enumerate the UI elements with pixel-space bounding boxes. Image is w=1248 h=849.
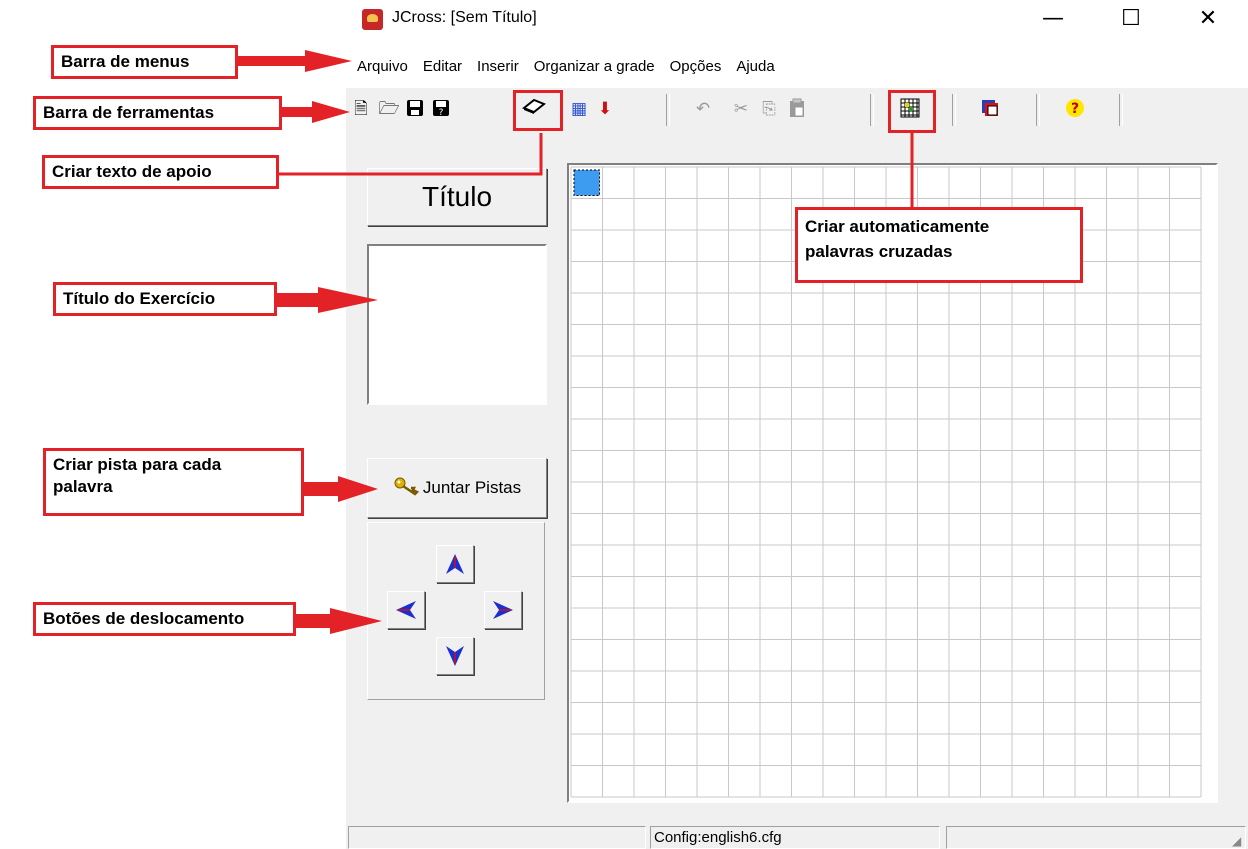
- highlight-auto-grid-button: [888, 90, 936, 133]
- annotation-reading-text: Criar texto de apoio: [42, 155, 279, 189]
- annotation-exercise-title: Título do Exercício: [53, 282, 277, 316]
- annotation-menu-bar: Barra de menus: [51, 45, 238, 79]
- annotation-toolbar: Barra de ferramentas: [33, 96, 282, 130]
- annotation-auto-crossword: Criar automaticamente palavras cruzadas: [795, 207, 1083, 283]
- annotation-nav-buttons: Botões de deslocamento: [33, 602, 296, 636]
- highlight-reading-text-button: [513, 90, 563, 131]
- annotation-clue: Criar pista para cada palavra: [43, 448, 304, 516]
